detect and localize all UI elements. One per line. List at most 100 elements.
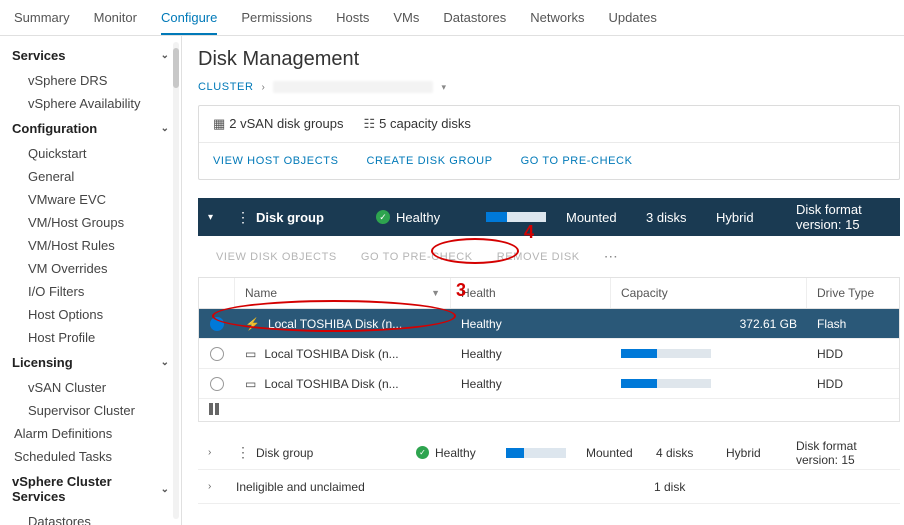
tab-summary[interactable]: Summary [14, 4, 70, 35]
sidebar-item[interactable]: Quickstart [0, 142, 181, 165]
main-content: Disk Management CLUSTER › ▾ ▦2 vSAN disk… [182, 36, 904, 525]
row-radio[interactable] [210, 347, 224, 361]
sidebar-section[interactable]: Licensing⌄ [0, 349, 181, 376]
create-disk-group-link[interactable]: CREATE DISK GROUP [367, 155, 493, 167]
sidebar-item[interactable]: Host Profile [0, 326, 181, 349]
table-row[interactable]: ▭Local TOSHIBA Disk (n...HealthyHDD [199, 339, 899, 369]
chevron-down-icon: ⌄ [161, 357, 169, 368]
disk-name: Local TOSHIBA Disk (n... [264, 347, 398, 361]
table-header: Name ▼ Health Capacity Drive Type [199, 277, 899, 309]
capacity-bar [621, 349, 711, 358]
sidebar-item[interactable]: Host Options [0, 303, 181, 326]
remove-disk-action[interactable]: REMOVE DISK [497, 251, 580, 263]
disk-type: Hybrid [716, 210, 754, 225]
chevron-right-icon: › [262, 82, 266, 93]
col-name[interactable]: Name [245, 286, 277, 300]
sidebar-scrollbar[interactable] [173, 42, 179, 519]
go-to-precheck-link[interactable]: GO TO PRE-CHECK [521, 155, 633, 167]
row-radio[interactable] [210, 317, 224, 331]
drive-type-text: Flash [817, 317, 846, 331]
sidebar-item[interactable]: VM/Host Groups [0, 211, 181, 234]
usage-bar [486, 212, 546, 222]
view-host-objects-link[interactable]: VIEW HOST OBJECTS [213, 155, 339, 167]
health-text: Healthy [461, 347, 502, 361]
chevron-down-icon: ⌄ [161, 123, 169, 134]
go-to-precheck-action[interactable]: GO TO PRE-CHECK [361, 251, 473, 263]
breadcrumb-root[interactable]: CLUSTER [198, 81, 254, 93]
sidebar-item[interactable]: General [0, 165, 181, 188]
sidebar: Services⌄vSphere DRSvSphere Availability… [0, 36, 182, 525]
sidebar-item[interactable]: VMware EVC [0, 188, 181, 211]
panel-actions: VIEW HOST OBJECTS CREATE DISK GROUP GO T… [199, 143, 899, 179]
col-health[interactable]: Health [461, 286, 496, 300]
sidebar-item[interactable]: Scheduled Tasks [0, 445, 181, 468]
disk-actions-row: VIEW DISK OBJECTS GO TO PRE-CHECK REMOVE… [198, 236, 900, 277]
chevron-down-icon: ⌄ [161, 484, 169, 495]
col-drive-type[interactable]: Drive Type [817, 286, 874, 300]
disk-count: 3 disks [646, 210, 686, 225]
mount-status: Mounted [566, 210, 617, 225]
capacity-bar [621, 379, 711, 388]
table-footer [199, 399, 899, 421]
chevron-right-icon[interactable]: › [208, 447, 211, 458]
summary-row[interactable]: ›Ineligible and unclaimed1 disk [198, 470, 900, 504]
tab-monitor[interactable]: Monitor [94, 4, 137, 35]
health-text: Healthy [461, 317, 502, 331]
sidebar-item[interactable]: I/O Filters [0, 280, 181, 303]
table-row[interactable]: ▭Local TOSHIBA Disk (n...HealthyHDD [199, 369, 899, 399]
col-capacity[interactable]: Capacity [621, 286, 668, 300]
tab-networks[interactable]: Networks [530, 4, 584, 35]
sidebar-item[interactable]: Datastores [0, 510, 181, 525]
breadcrumb[interactable]: CLUSTER › ▾ [198, 81, 900, 93]
filter-icon[interactable]: ▼ [431, 288, 440, 298]
sidebar-item[interactable]: vSphere Availability [0, 92, 181, 115]
usage-bar [506, 448, 566, 458]
disks-table: Name ▼ Health Capacity Drive Type ⚡ Local … [198, 277, 900, 422]
chevron-right-icon[interactable]: › [208, 481, 211, 492]
tab-vms[interactable]: VMs [393, 4, 419, 35]
top-tabs: Summary Monitor Configure Permissions Hosts V… [0, 0, 904, 36]
capacity-text: 372.61 GB [740, 317, 797, 331]
disk-name: Local TOSHIBA Disk (n... [268, 317, 402, 331]
sidebar-item[interactable]: VM Overrides [0, 257, 181, 280]
page-title: Disk Management [198, 48, 900, 71]
disk-name: Local TOSHIBA Disk (n... [264, 377, 398, 391]
tab-permissions[interactable]: Permissions [241, 4, 312, 35]
sidebar-item[interactable]: VM/Host Rules [0, 234, 181, 257]
tab-configure[interactable]: Configure [161, 4, 217, 35]
sidebar-section[interactable]: Configuration⌄ [0, 115, 181, 142]
tab-updates[interactable]: Updates [608, 4, 656, 35]
sidebar-section[interactable]: Services⌄ [0, 42, 181, 69]
sidebar-section[interactable]: vSphere Cluster Services⌄ [0, 468, 181, 510]
sidebar-item[interactable]: Alarm Definitions [0, 422, 181, 445]
tab-hosts[interactable]: Hosts [336, 4, 369, 35]
chevron-down-icon[interactable]: ▾ [208, 212, 213, 223]
flash-disk-icon: ⚡ [245, 317, 260, 331]
health-text: Healthy [396, 210, 440, 225]
more-actions-icon[interactable]: ⋯ [604, 248, 619, 265]
chevron-down-icon[interactable]: ▾ [441, 82, 446, 93]
health-ok-icon: ✓ [416, 446, 429, 459]
summary-stat: 5 capacity disks [379, 116, 471, 131]
breadcrumb-current [273, 81, 433, 93]
summary-row[interactable]: ›⋮Disk group✓HealthyMounted4 disksHybrid… [198, 436, 900, 470]
sidebar-item[interactable]: vSAN Cluster [0, 376, 181, 399]
summary-stats: ▦2 vSAN disk groups ☷5 capacity disks [199, 106, 899, 143]
column-toggle-icon[interactable] [209, 403, 221, 415]
drive-type-text: HDD [817, 347, 843, 361]
disk-group-label: Disk group [256, 210, 324, 225]
capacity-icon: ☷ [363, 116, 375, 131]
table-row[interactable]: ⚡ Local TOSHIBA Disk (n... Healthy 372.61 G… [199, 309, 899, 339]
hdd-icon: ▭ [245, 377, 256, 391]
chevron-down-icon: ⌄ [161, 50, 169, 61]
sidebar-item[interactable]: Supervisor Cluster [0, 399, 181, 422]
drive-type-text: HDD [817, 377, 843, 391]
health-ok-icon: ✓ [376, 210, 390, 224]
disk-group-icon: ▦ [213, 116, 225, 131]
sidebar-item[interactable]: vSphere DRS [0, 69, 181, 92]
disk-group-header: ▾ ⋮ Disk group ✓Healthy Mounted 3 disks … [198, 198, 900, 236]
row-radio[interactable] [210, 377, 224, 391]
tab-datastores[interactable]: Datastores [443, 4, 506, 35]
view-disk-objects-action[interactable]: VIEW DISK OBJECTS [216, 251, 337, 263]
row-label: Ineligible and unclaimed [236, 480, 365, 494]
